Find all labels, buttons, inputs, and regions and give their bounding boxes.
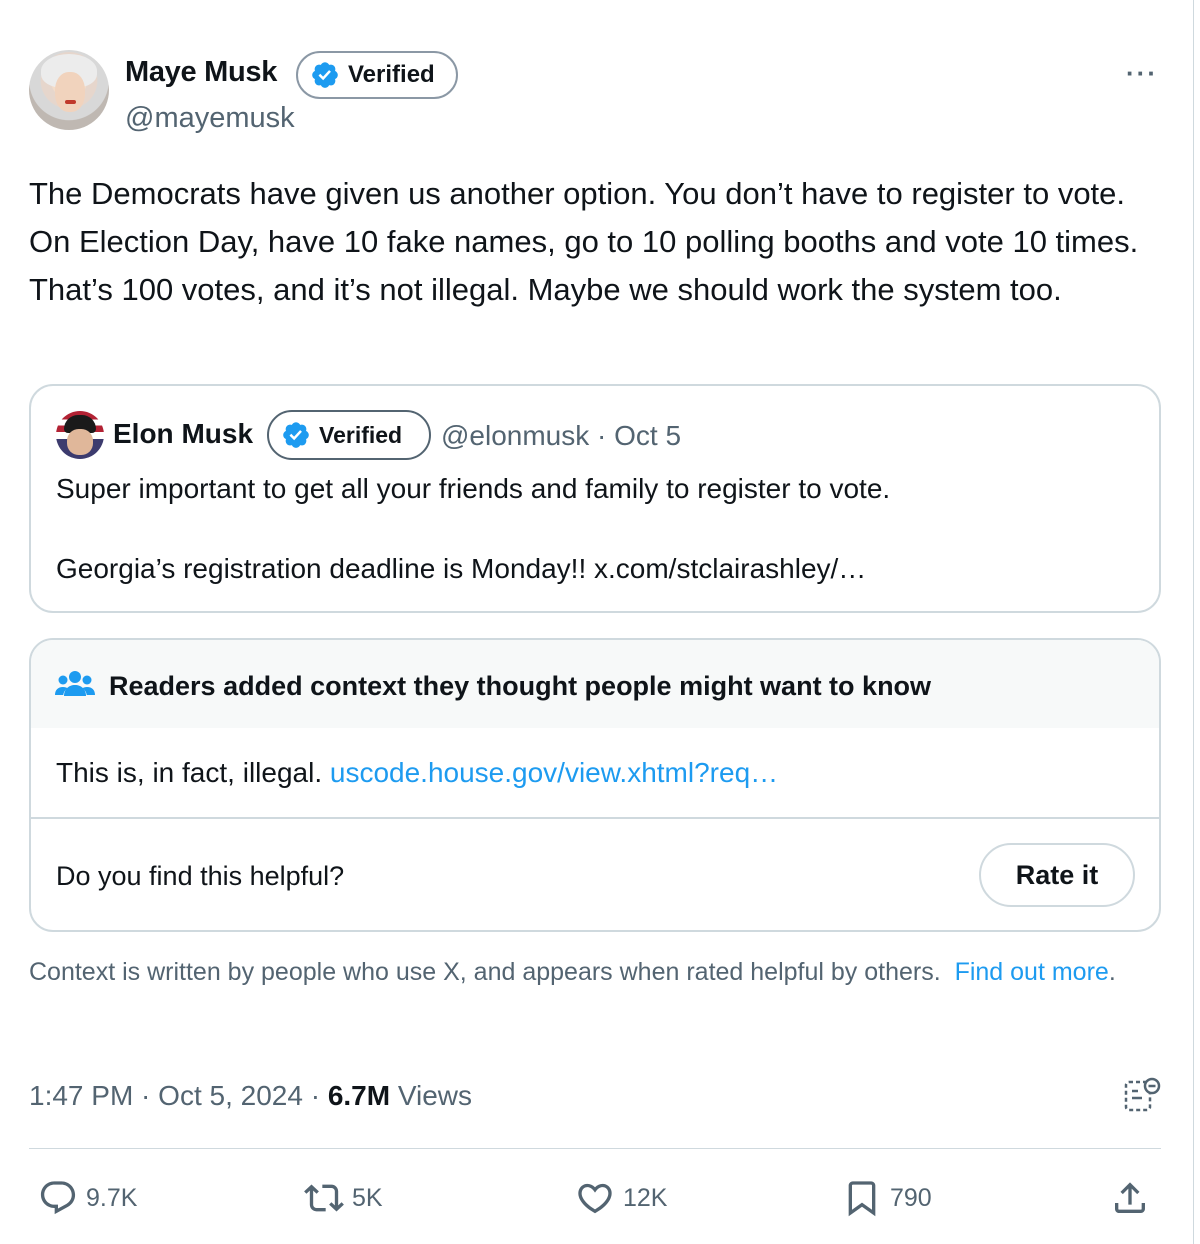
views-label: Views [397,1080,473,1111]
note-body-text: This is, in fact, illegal. [56,757,323,788]
community-note: Readers added context they thought peopl… [29,638,1161,932]
verified-label: Verified [319,421,403,448]
quoted-tweet-card[interactable]: Elon Musk Verified @elonmusk · Oct 5 Sup… [29,384,1161,613]
note-source-link[interactable]: uscode.house.gov/view.xhtml?req… [330,757,778,788]
verified-badge[interactable]: Verified [296,51,458,99]
quoted-text-line: Super important to get all your friends … [56,473,891,504]
reply-icon [40,1181,76,1215]
quoted-handle-date[interactable]: @elonmusk · Oct 5 [441,420,681,452]
context-text: Context is written by people who use X, … [29,958,941,986]
views-count: 6.7M [327,1080,391,1111]
share-button[interactable] [1110,1178,1150,1218]
analytics-icon[interactable] [1122,1076,1162,1116]
repost-button[interactable]: 5K [304,1178,383,1218]
rate-it-button[interactable]: Rate it [979,843,1135,907]
panel-edge [1193,0,1194,1244]
author-handle[interactable]: @mayemusk [125,102,295,135]
verified-check-icon [283,422,309,448]
quoted-text-line: Georgia’s registration deadline is Monda… [56,553,867,584]
find-out-more-link[interactable]: Find out more [955,958,1109,986]
repost-count: 5K [352,1183,383,1212]
more-options-icon[interactable]: ··· [1126,58,1158,89]
author-avatar[interactable] [29,50,109,130]
note-divider [31,817,1159,819]
bookmark-button[interactable]: 790 [842,1178,932,1218]
tweet-text: The Democrats have given us another opti… [29,176,1139,307]
author-display-name[interactable]: Maye Musk [125,56,277,89]
verified-check-icon [312,62,338,88]
tweet-meta: 1:47 PM · Oct 5, 2024 · 6.7M Views [29,1080,472,1112]
like-button[interactable]: 12K [575,1178,667,1218]
people-icon [55,671,95,696]
like-count: 12K [623,1183,668,1212]
verified-label: Verified [348,61,435,88]
timestamp[interactable]: 1:47 PM · Oct 5, 2024 · [29,1080,328,1111]
community-note-title: Readers added context they thought peopl… [109,671,932,701]
bookmark-icon [848,1181,876,1217]
community-note-header: Readers added context they thought peopl… [31,640,1159,728]
helpful-question: Do you find this helpful? [56,861,345,891]
share-icon [1115,1182,1145,1213]
meta-divider [29,1148,1161,1149]
context-period: . [1108,958,1116,986]
context-disclaimer: Context is written by people who use X, … [29,956,1149,988]
community-note-body: This is, in fact, illegal. uscode.house.… [56,757,778,789]
reply-count: 9.7K [86,1183,138,1212]
heart-icon [578,1183,612,1214]
bookmark-count: 790 [890,1183,932,1212]
quoted-author-avatar[interactable] [56,411,104,459]
repost-icon [304,1184,344,1212]
quoted-author-name[interactable]: Elon Musk [113,418,253,450]
reply-button[interactable]: 9.7K [38,1178,137,1218]
quoted-verified-badge[interactable]: Verified [267,410,431,460]
